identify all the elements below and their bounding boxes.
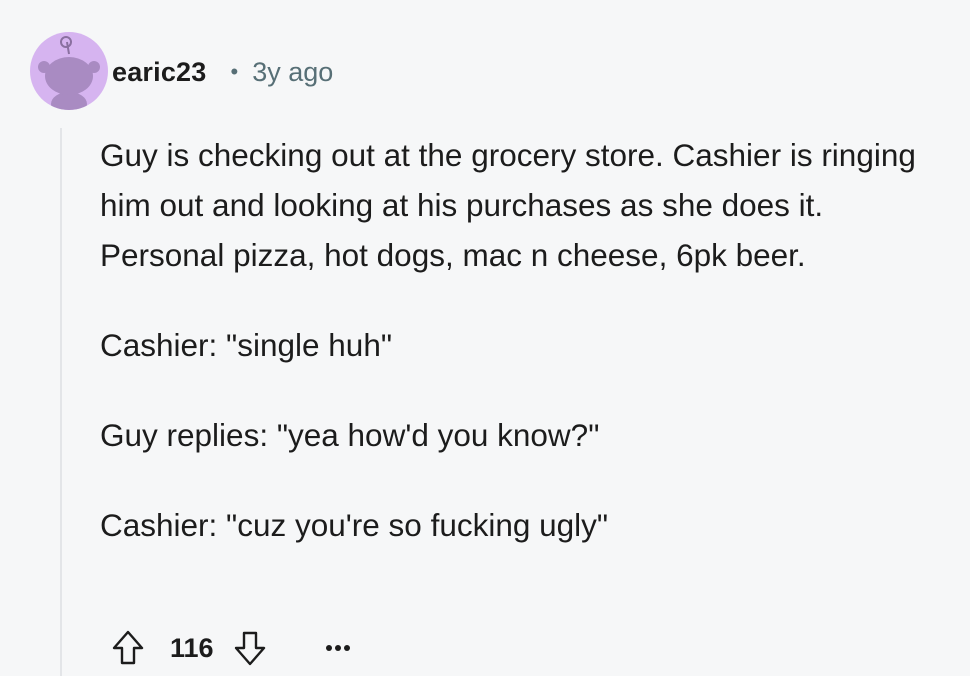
downvote-arrow-icon xyxy=(234,631,265,666)
avatar[interactable] xyxy=(30,32,108,110)
meta-separator: • xyxy=(230,59,239,84)
thread-line xyxy=(60,128,62,676)
comment-paragraph: Cashier: "single huh" xyxy=(100,327,393,363)
more-options-button[interactable] xyxy=(318,626,358,670)
reddit-snoo-avatar-icon xyxy=(38,36,100,110)
upvote-button[interactable] xyxy=(108,626,148,670)
comment-body: Guy is checking out at the grocery store… xyxy=(100,130,950,590)
author-username[interactable]: earic23 xyxy=(112,57,207,88)
downvote-button[interactable] xyxy=(230,626,270,670)
comment-actions: 116 xyxy=(108,624,358,672)
more-options-icon xyxy=(325,645,350,651)
comment: earic23 • 3y ago Guy is checking out at … xyxy=(0,0,970,676)
comment-meta: earic23 • 3y ago xyxy=(112,52,333,92)
comment-paragraph: Guy replies: "yea how'd you know?" xyxy=(100,417,600,453)
comment-paragraph: Cashier: "cuz you're so fucking ugly" xyxy=(100,507,609,543)
upvote-arrow-icon xyxy=(112,630,144,665)
timestamp[interactable]: 3y ago xyxy=(252,57,333,88)
vote-score: 116 xyxy=(170,632,214,663)
comment-paragraph: Guy is checking out at the grocery store… xyxy=(100,137,916,273)
